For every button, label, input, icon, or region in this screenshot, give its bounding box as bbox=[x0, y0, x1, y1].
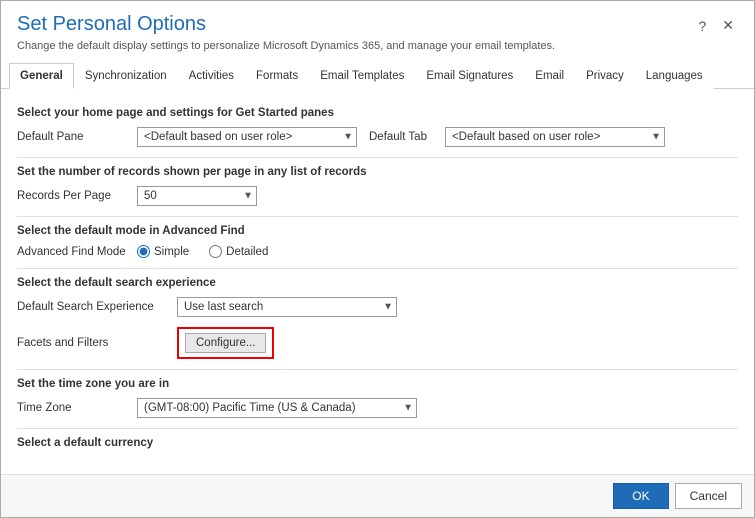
time-zone-select-container: (GMT-08:00) Pacific Time (US & Canada) (… bbox=[137, 398, 417, 418]
radio-simple-input[interactable] bbox=[137, 245, 150, 258]
advanced-find-radio-group: Simple Detailed bbox=[137, 245, 268, 258]
search-experience-label: Default Search Experience bbox=[17, 301, 177, 313]
close-icon[interactable]: ✕ bbox=[718, 15, 738, 36]
tab-email-templates[interactable]: Email Templates bbox=[309, 63, 415, 89]
records-per-page-select-container: 50 25 75 100 250 ▼ bbox=[137, 186, 257, 206]
radio-simple[interactable]: Simple bbox=[137, 245, 189, 258]
tab-privacy[interactable]: Privacy bbox=[575, 63, 635, 89]
tab-synchronization[interactable]: Synchronization bbox=[74, 63, 178, 89]
time-zone-select[interactable]: (GMT-08:00) Pacific Time (US & Canada) (… bbox=[137, 398, 417, 418]
search-experience-row: Default Search Experience Use last searc… bbox=[17, 297, 738, 317]
records-per-page-row: Records Per Page 50 25 75 100 250 ▼ bbox=[17, 186, 738, 206]
radio-detailed-label: Detailed bbox=[226, 246, 268, 258]
configure-button[interactable]: Configure... bbox=[185, 333, 266, 353]
time-zone-heading: Set the time zone you are in bbox=[17, 378, 738, 390]
tab-languages[interactable]: Languages bbox=[635, 63, 714, 89]
advanced-find-heading: Select the default mode in Advanced Find bbox=[17, 225, 738, 237]
default-pane-select-container: <Default based on user role> ▼ bbox=[137, 127, 357, 147]
tab-email-signatures[interactable]: Email Signatures bbox=[415, 63, 524, 89]
dialog-subtitle: Change the default display settings to p… bbox=[17, 40, 694, 52]
content-area: Select your home page and settings for G… bbox=[1, 89, 754, 474]
cancel-button[interactable]: Cancel bbox=[675, 483, 742, 509]
facets-filters-row: Facets and Filters Configure... bbox=[17, 327, 738, 359]
tab-email[interactable]: Email bbox=[524, 63, 575, 89]
default-pane-label: Default Pane bbox=[17, 131, 137, 143]
radio-simple-label: Simple bbox=[154, 246, 189, 258]
records-per-page-select[interactable]: 50 25 75 100 250 bbox=[137, 186, 257, 206]
facets-filters-label: Facets and Filters bbox=[17, 337, 177, 349]
time-zone-label: Time Zone bbox=[17, 402, 137, 414]
dialog-header-icons: ? ✕ bbox=[694, 15, 738, 36]
tab-formats[interactable]: Formats bbox=[245, 63, 309, 89]
search-experience-select-container: Use last search Categorized Search Relev… bbox=[177, 297, 397, 317]
advanced-find-label: Advanced Find Mode bbox=[17, 246, 137, 258]
dialog-header: Set Personal Options Change the default … bbox=[1, 1, 754, 56]
divider-1 bbox=[17, 157, 738, 158]
divider-5 bbox=[17, 428, 738, 429]
currency-heading: Select a default currency bbox=[17, 437, 738, 449]
time-zone-row: Time Zone (GMT-08:00) Pacific Time (US &… bbox=[17, 398, 738, 418]
records-per-page-label: Records Per Page bbox=[17, 190, 137, 202]
default-tab-label: Default Tab bbox=[369, 131, 427, 143]
tab-general[interactable]: General bbox=[9, 63, 74, 89]
dialog-footer: OK Cancel bbox=[1, 474, 754, 517]
radio-detailed[interactable]: Detailed bbox=[209, 245, 268, 258]
set-personal-options-dialog: Set Personal Options Change the default … bbox=[0, 0, 755, 518]
search-experience-heading: Select the default search experience bbox=[17, 277, 738, 289]
pane-tab-selects: <Default based on user role> ▼ Default T… bbox=[137, 127, 738, 147]
help-icon[interactable]: ? bbox=[694, 16, 710, 36]
tabs-bar: General Synchronization Activities Forma… bbox=[1, 62, 754, 89]
tab-activities[interactable]: Activities bbox=[178, 63, 245, 89]
divider-3 bbox=[17, 268, 738, 269]
divider-4 bbox=[17, 369, 738, 370]
home-page-heading: Select your home page and settings for G… bbox=[17, 107, 738, 119]
records-per-page-heading: Set the number of records shown per page… bbox=[17, 166, 738, 178]
default-tab-select-container: <Default based on user role> ▼ bbox=[445, 127, 665, 147]
default-pane-select[interactable]: <Default based on user role> bbox=[137, 127, 357, 147]
default-tab-select[interactable]: <Default based on user role> bbox=[445, 127, 665, 147]
divider-2 bbox=[17, 216, 738, 217]
facets-filters-highlighted: Configure... bbox=[177, 327, 274, 359]
ok-button[interactable]: OK bbox=[613, 483, 668, 509]
dialog-title-area: Set Personal Options Change the default … bbox=[17, 13, 694, 52]
search-experience-select[interactable]: Use last search Categorized Search Relev… bbox=[177, 297, 397, 317]
default-pane-row: Default Pane <Default based on user role… bbox=[17, 127, 738, 147]
advanced-find-row: Advanced Find Mode Simple Detailed bbox=[17, 245, 738, 258]
radio-detailed-input[interactable] bbox=[209, 245, 222, 258]
dialog-title: Set Personal Options bbox=[17, 13, 694, 36]
